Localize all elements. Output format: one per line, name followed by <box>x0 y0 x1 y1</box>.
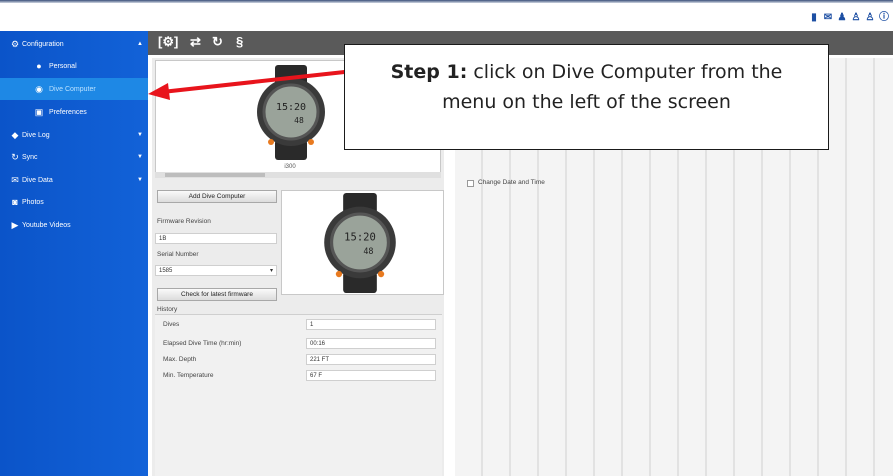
person-download-icon[interactable]: ♙ <box>851 13 861 23</box>
dropdown-arrow-icon: ▾ <box>269 268 273 274</box>
sidebar-item-dive-data[interactable]: ✉ Dive Data ▼ <box>0 169 148 191</box>
person-icon: ● <box>36 61 42 71</box>
chevron-down-icon: ▼ <box>137 154 143 160</box>
sidebar-item-label: Youtube Videos <box>22 221 71 229</box>
dive-computer-icon: ◉ <box>35 83 43 94</box>
add-dive-computer-button[interactable]: Add Dive Computer <box>157 190 277 203</box>
svg-text:48: 48 <box>363 246 373 256</box>
sidebar-item-personal[interactable]: ● Personal <box>0 55 148 77</box>
sidebar-item-sync[interactable]: ↻ Sync ▼ <box>0 146 148 168</box>
arrow-head <box>148 83 170 100</box>
history-label-dives: Dives <box>163 321 180 328</box>
camera-icon: ◙ <box>12 197 18 207</box>
envelope-icon[interactable]: ✉ <box>823 13 833 23</box>
callout-text-1: click on Dive Computer from the <box>473 61 783 83</box>
scrollbar-thumb[interactable] <box>165 173 265 177</box>
sidebar-item-label: Dive Data <box>22 176 53 184</box>
serial-label: Serial Number <box>157 251 199 258</box>
refresh-icon[interactable]: ↻ <box>212 34 223 50</box>
sidebar-item-label: Dive Computer <box>49 85 96 93</box>
firmware-label: Firmware Revision <box>157 218 211 225</box>
sidebar-item-configuration[interactable]: ⚙ Configuration ▲ <box>0 33 148 55</box>
sidebar-item-label: Personal <box>49 62 77 70</box>
people-icon[interactable]: ♟ <box>837 13 847 23</box>
top-icon-group: ▮ ✉ ♟ ♙ ♙ ⓘ <box>809 13 889 23</box>
history-label-elapsed: Elapsed Dive Time (hr:min) <box>163 340 242 347</box>
svg-text:48: 48 <box>294 116 304 125</box>
sidebar-item-label: Dive Log <box>22 131 50 139</box>
gears-icon: ⚙ <box>10 38 20 49</box>
sync-arrows-icon[interactable]: ⇄ <box>190 34 201 50</box>
history-label-min-temp: Min. Temperature <box>163 372 214 379</box>
sidebar-item-label: Preferences <box>49 108 87 116</box>
sidebar-item-youtube-videos[interactable]: ▶ Youtube Videos <box>0 214 148 236</box>
svg-text:15:20: 15:20 <box>344 231 376 243</box>
video-icon: ▶ <box>11 219 19 230</box>
sidebar-item-label: Sync <box>22 153 38 161</box>
sidebar-item-photos[interactable]: ◙ Photos <box>0 191 148 213</box>
sliders-icon[interactable]: § <box>236 34 243 50</box>
chevron-up-icon: ▲ <box>137 41 143 47</box>
top-rule <box>0 0 893 3</box>
dive-log-icon: ◆ <box>11 129 19 140</box>
serial-select[interactable]: 1585 ▾ <box>155 265 277 276</box>
serial-value: 1585 <box>159 268 173 274</box>
callout-line-1: Step 1: click on Dive Computer from the <box>345 57 828 87</box>
dive-data-icon: ✉ <box>11 174 19 185</box>
change-date-time-checkbox[interactable] <box>467 180 474 187</box>
sidebar-item-preferences[interactable]: ▣ Preferences <box>0 101 148 123</box>
watch-image-large: 15:20 48 <box>310 193 410 293</box>
arrow-line <box>161 67 373 94</box>
top-bar: ▮ ✉ ♟ ♙ ♙ ⓘ <box>0 0 893 31</box>
preferences-icon: ▣ <box>34 106 44 117</box>
instruction-callout: Step 1: click on Dive Computer from the … <box>344 44 829 150</box>
person-upload-icon[interactable]: ♙ <box>865 13 875 23</box>
chevron-down-icon: ▼ <box>137 132 143 138</box>
change-date-time-label: Change Date and Time <box>478 179 545 186</box>
carousel-scrollbar[interactable] <box>155 172 441 178</box>
info-icon[interactable]: ⓘ <box>879 13 889 23</box>
model-label: i300 <box>284 164 296 170</box>
check-firmware-button[interactable]: Check for latest firmware <box>157 288 277 301</box>
history-value-elapsed: 00:16 <box>306 338 436 349</box>
book-icon[interactable]: ▮ <box>809 13 819 23</box>
sidebar: ⚙ Configuration ▲ ● Personal ◉ Dive Comp… <box>0 31 148 476</box>
history-value-min-temp: 67 F <box>306 370 436 381</box>
chevron-down-icon: ▼ <box>137 177 143 183</box>
settings-icon[interactable]: [⚙] <box>158 34 178 50</box>
history-label-max-depth: Max. Depth <box>163 356 197 363</box>
callout-text-2: menu on the left of the screen <box>442 91 731 113</box>
sidebar-item-dive-log[interactable]: ◆ Dive Log ▼ <box>0 124 148 146</box>
sidebar-item-dive-computer[interactable]: ◉ Dive Computer <box>0 78 148 100</box>
callout-step: Step 1: <box>390 61 468 83</box>
sync-icon: ↻ <box>11 151 19 162</box>
history-title: History <box>157 306 178 313</box>
history-value-max-depth: 221 FT <box>306 354 436 365</box>
sidebar-item-label: Configuration <box>22 40 64 48</box>
firmware-field[interactable]: 1B <box>155 233 277 244</box>
history-value-dives[interactable]: 1 <box>306 319 436 330</box>
sidebar-item-label: Photos <box>22 198 44 206</box>
dive-computer-preview: 15:20 48 <box>281 190 444 295</box>
